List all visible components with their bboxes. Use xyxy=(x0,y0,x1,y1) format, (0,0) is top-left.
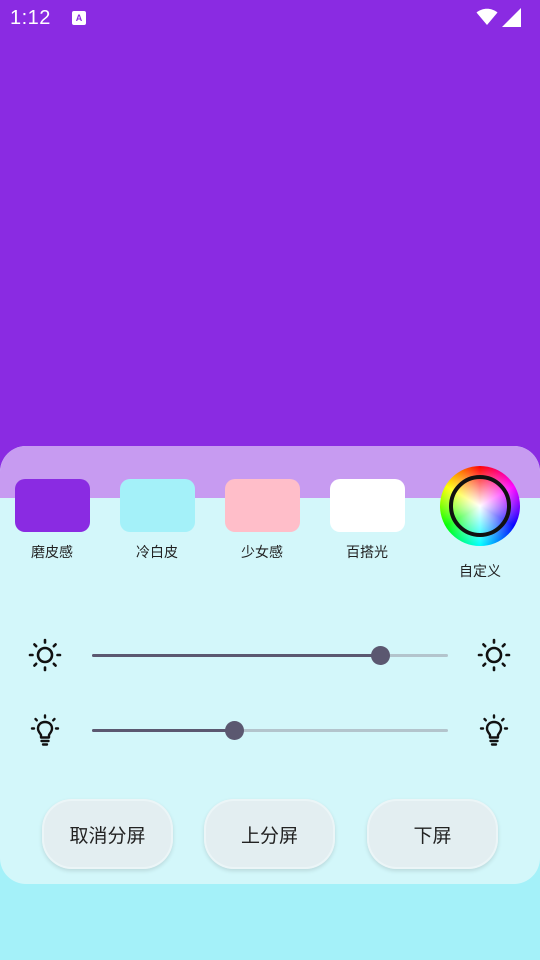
preset-swatch-baida[interactable] xyxy=(330,479,405,532)
brightness-slider[interactable] xyxy=(92,646,448,665)
brightness-slider-fill xyxy=(92,654,381,657)
brightness-slider-thumb[interactable] xyxy=(371,646,391,665)
preset-swatch-shaonv[interactable] xyxy=(225,479,300,532)
signal-icon xyxy=(502,8,521,27)
app-notification-icon: A xyxy=(72,11,86,25)
lightbulb-icon xyxy=(30,714,60,746)
color-wheel-icon[interactable] xyxy=(440,466,520,546)
preset-label: 百搭光 xyxy=(346,545,388,561)
preset-swatch-lengbaipi[interactable] xyxy=(120,479,195,532)
warmth-slider-fill xyxy=(92,729,235,732)
wifi-icon xyxy=(476,8,498,25)
warmth-slider[interactable] xyxy=(92,721,448,740)
preset-label: 少女感 xyxy=(241,545,283,561)
status-time: 1:12 xyxy=(10,7,51,29)
preset-swatch-mopi[interactable] xyxy=(15,479,90,532)
bottom-split-button[interactable]: 下屏 xyxy=(367,799,498,869)
control-sheet: 磨皮感 冷白皮 少女感 百搭光 自定义 取消分屏 上分屏 下屏 xyxy=(0,446,540,884)
preset-label: 冷白皮 xyxy=(136,545,178,561)
sun-icon xyxy=(477,638,511,672)
fill-light-preview xyxy=(0,0,540,500)
lightbulb-icon xyxy=(479,714,509,746)
custom-color-label: 自定义 xyxy=(459,564,501,580)
top-split-button[interactable]: 上分屏 xyxy=(204,799,335,869)
preset-label: 磨皮感 xyxy=(31,545,73,561)
cancel-split-button[interactable]: 取消分屏 xyxy=(42,799,173,869)
warmth-slider-thumb[interactable] xyxy=(225,721,245,740)
status-bar: 1:12 A xyxy=(0,0,540,38)
sun-icon xyxy=(28,638,62,672)
